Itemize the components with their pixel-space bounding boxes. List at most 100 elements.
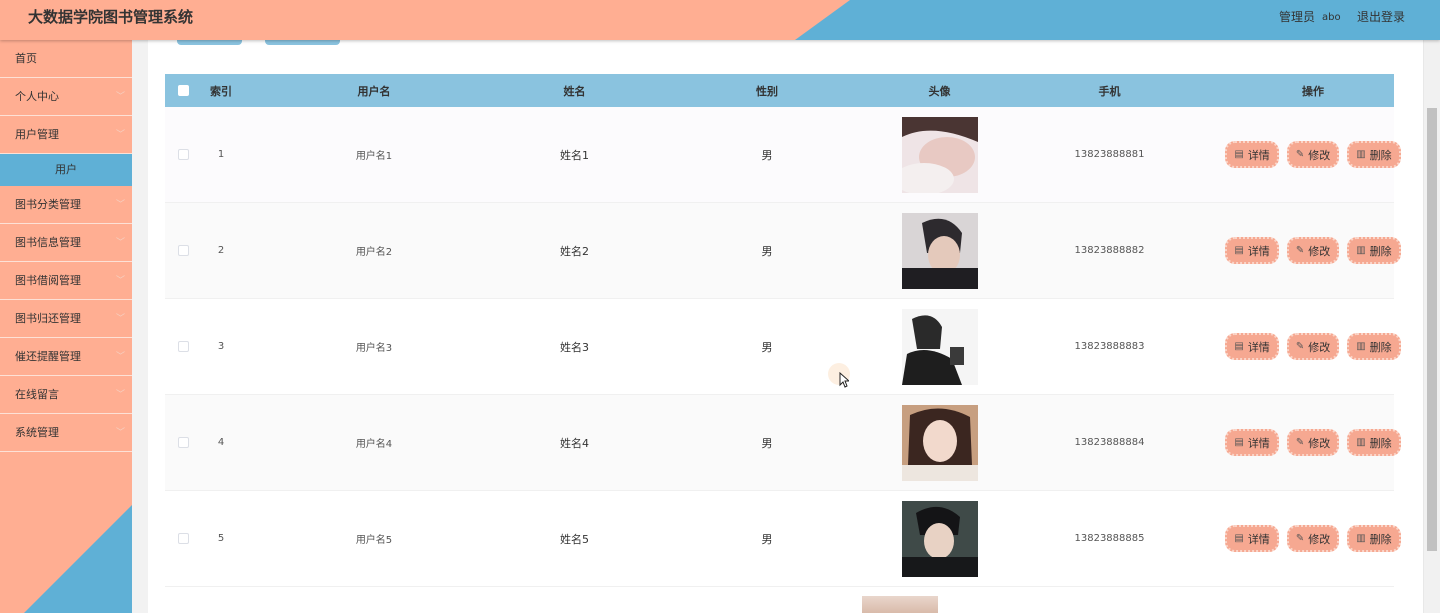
top-header: 大数据学院图书管理系统 管理员 abo 退出登录: [0, 0, 1440, 40]
row-actions: ▤ 详情 ✎ 修改 ▥ 删除: [1225, 429, 1401, 456]
delete-button[interactable]: ▥ 删除: [1347, 141, 1401, 168]
trash-icon: ▥: [1356, 245, 1366, 256]
edit-label: 修改: [1308, 340, 1331, 354]
edit-button[interactable]: ✎ 修改: [1286, 237, 1340, 264]
row-checkbox[interactable]: [177, 341, 189, 352]
detail-label: 详情: [1247, 436, 1270, 450]
admin-role-label: 管理员: [1279, 10, 1316, 24]
avatar[interactable]: [901, 116, 978, 193]
sidebar-item-label: 用户: [55, 163, 77, 176]
cell-phone: 13823888883: [1074, 341, 1145, 352]
cell-sex: 男: [761, 532, 773, 546]
detail-label: 详情: [1247, 244, 1270, 258]
table-header: 索引 用户名 姓名 性别 头像 手机 操作: [165, 74, 1394, 107]
cell-sex: 男: [761, 148, 773, 162]
chevron-down-icon: ﹀: [115, 276, 125, 286]
col-ops: 操作: [1302, 84, 1324, 98]
cell-username: 用户名1: [355, 151, 393, 162]
detail-label: 详情: [1247, 532, 1270, 546]
table-row: 1 用户名1 姓名1 男 13823888881 ▤ 详情 ✎ 修改 ▥ 删除: [165, 107, 1401, 203]
table-row: 2 用户名2 姓名2 男 13823888882 ▤ 详情 ✎ 修改 ▥ 删除: [165, 203, 1401, 299]
chevron-down-icon: ﹀: [115, 92, 125, 102]
app-title: 大数据学院图书管理系统: [28, 8, 194, 26]
cell-sex: 男: [761, 244, 773, 258]
delete-button[interactable]: ▥ 删除: [1347, 333, 1401, 360]
delete-button[interactable]: ▥ 删除: [1347, 429, 1401, 456]
row-checkbox[interactable]: [177, 245, 189, 256]
col-name: 姓名: [563, 84, 586, 98]
sidebar-item[interactable]: 图书归还管理 ﹀: [0, 300, 132, 338]
table-row: 5 用户名5 姓名5 男 13823888885 ▤ 详情 ✎ 修改 ▥ 删除: [165, 491, 1401, 587]
detail-label: 详情: [1247, 340, 1270, 354]
cell-name: 姓名3: [560, 340, 589, 354]
row-actions: ▤ 详情 ✎ 修改 ▥ 删除: [1225, 525, 1401, 552]
table-row: 3 用户名3 姓名3 男 13823888883 ▤ 详情 ✎ 修改 ▥ 删除: [165, 299, 1401, 395]
row-checkbox[interactable]: [177, 437, 189, 448]
delete-button[interactable]: ▥ 删除: [1347, 525, 1401, 552]
sidebar-item-label: 首页: [15, 52, 37, 65]
cell-phone: 13823888881: [1074, 149, 1145, 160]
sidebar-subitem[interactable]: 用户: [0, 154, 132, 186]
avatar: [862, 596, 938, 613]
cell-name: 姓名5: [560, 532, 589, 546]
sidebar-item[interactable]: 系统管理 ﹀: [0, 414, 132, 452]
detail-button[interactable]: ▤ 详情: [1225, 525, 1279, 552]
pencil-icon: ✎: [1295, 149, 1305, 160]
pencil-icon: ✎: [1295, 437, 1305, 448]
table-row-partial: [165, 587, 1394, 613]
sidebar-item-label: 图书借阅管理: [15, 274, 81, 287]
edit-button[interactable]: ✎ 修改: [1286, 333, 1340, 360]
cell-sex: 男: [761, 436, 773, 450]
avatar[interactable]: [901, 308, 978, 385]
table-body: 1 用户名1 姓名1 男 13823888881 ▤ 详情 ✎ 修改 ▥ 删除 2 用户名2 姓名2 男 13…: [165, 107, 1401, 587]
detail-button[interactable]: ▤ 详情: [1225, 333, 1279, 360]
sidebar-item[interactable]: 首页: [0, 40, 132, 78]
col-sex: 性别: [756, 84, 778, 98]
row-checkbox[interactable]: [177, 149, 189, 160]
sidebar-item[interactable]: 图书信息管理 ﹀: [0, 224, 132, 262]
avatar[interactable]: [901, 500, 978, 577]
pencil-icon: ✎: [1295, 245, 1305, 256]
logout-button[interactable]: 退出登录: [1357, 0, 1405, 34]
sidebar-item[interactable]: 个人中心 ﹀: [0, 78, 132, 116]
row-checkbox[interactable]: [177, 533, 189, 544]
pencil-icon: ✎: [1295, 533, 1305, 544]
trash-icon: ▥: [1356, 533, 1366, 544]
scrollbar-thumb[interactable]: [1427, 108, 1437, 551]
avatar[interactable]: [901, 404, 978, 481]
document-icon: ▤: [1234, 341, 1244, 352]
chevron-down-icon: ﹀: [115, 130, 125, 140]
row-actions: ▤ 详情 ✎ 修改 ▥ 删除: [1225, 141, 1401, 168]
sidebar-item[interactable]: 图书借阅管理 ﹀: [0, 262, 132, 300]
avatar[interactable]: [901, 212, 978, 289]
chevron-down-icon: ﹀: [115, 390, 125, 400]
detail-button[interactable]: ▤ 详情: [1225, 429, 1279, 456]
select-all-checkbox[interactable]: [177, 85, 189, 96]
sidebar-item-label: 系统管理: [15, 426, 59, 439]
cell-phone: 13823888882: [1074, 245, 1145, 256]
detail-button[interactable]: ▤ 详情: [1225, 141, 1279, 168]
page-scrollbar[interactable]: [1423, 40, 1440, 613]
col-index: 索引: [210, 84, 232, 98]
sidebar-item-label: 图书归还管理: [15, 312, 81, 325]
cell-index: 1: [217, 149, 225, 160]
document-icon: ▤: [1234, 149, 1244, 160]
delete-label: 删除: [1369, 436, 1392, 450]
sidebar-item[interactable]: 在线留言 ﹀: [0, 376, 132, 414]
edit-button[interactable]: ✎ 修改: [1286, 525, 1340, 552]
sidebar-item[interactable]: 用户管理 ﹀: [0, 116, 132, 154]
detail-button[interactable]: ▤ 详情: [1225, 237, 1279, 264]
delete-label: 删除: [1369, 148, 1392, 162]
edit-button[interactable]: ✎ 修改: [1286, 141, 1340, 168]
sidebar: 首页个人中心 ﹀ 用户管理 ﹀ 用户图书分类管理 ﹀ 图书信息管理 ﹀ 图书借阅管理 ﹀ 图书归还管…: [0, 40, 132, 613]
edit-button[interactable]: ✎ 修改: [1286, 429, 1340, 456]
delete-label: 删除: [1369, 340, 1392, 354]
cell-name: 姓名2: [560, 244, 589, 258]
cell-index: 4: [217, 437, 225, 448]
sidebar-item[interactable]: 图书分类管理 ﹀: [0, 186, 132, 224]
chevron-down-icon: ﹀: [115, 238, 125, 248]
delete-button[interactable]: ▥ 删除: [1347, 237, 1401, 264]
col-username: 用户名: [357, 84, 391, 98]
sidebar-item[interactable]: 催还提醒管理 ﹀: [0, 338, 132, 376]
sidebar-menu: 首页个人中心 ﹀ 用户管理 ﹀ 用户图书分类管理 ﹀ 图书信息管理 ﹀ 图书借阅管理 ﹀ 图书归还管…: [0, 40, 132, 452]
